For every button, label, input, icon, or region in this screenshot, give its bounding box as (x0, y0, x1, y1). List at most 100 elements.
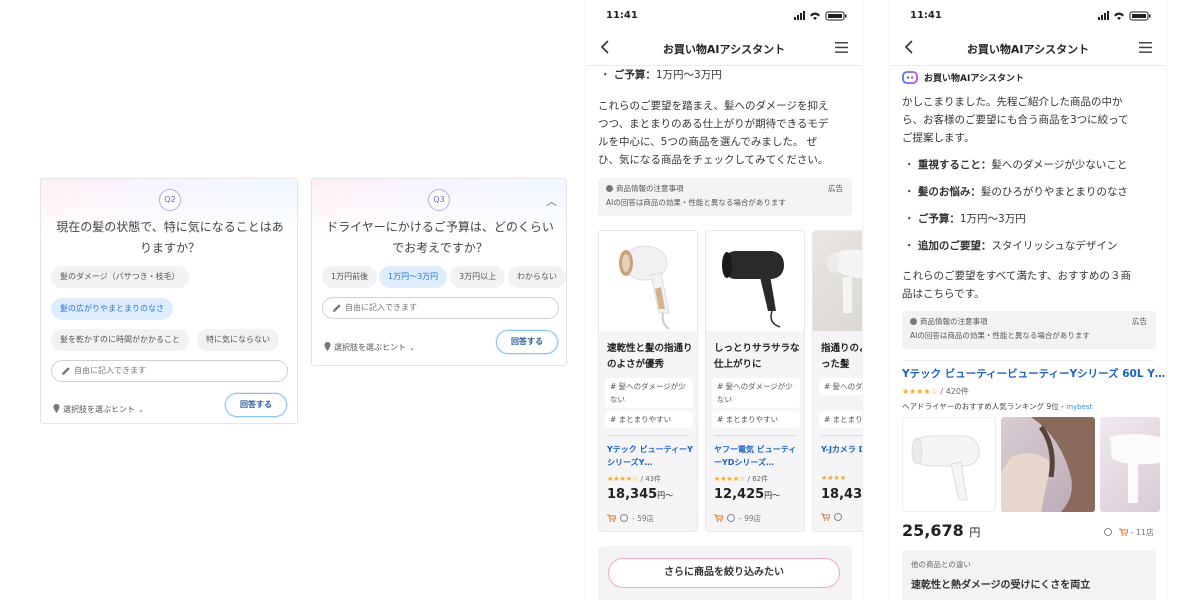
answer-button[interactable]: 回答する (496, 330, 558, 354)
product-price: 18,436 (821, 487, 863, 502)
shop-info: - 59店 (607, 513, 654, 524)
product-name-link[interactable]: Y-Jカメラ DFG789Y (821, 443, 862, 456)
phone-screen-final-picks: 11:41 お買い物AIアシスタント お買い物AIアシスタント かしこまりました… (889, 0, 1167, 600)
ranking-info[interactable]: ヘアドライヤーのおすすめ人気ランキング 9位 - mybest (902, 401, 1092, 412)
product-feature: 速乾性と髪の指通りのよさが優秀 (607, 343, 693, 370)
answer-button[interactable]: 回答する (225, 393, 287, 417)
cart-icon (607, 514, 616, 522)
product-card[interactable]: しっとりサラサラな仕上がりに # 髪へのダメージが少ない # まとまりやすい ヤ… (705, 230, 805, 532)
divider (902, 360, 1154, 361)
price-value: 12,425 (714, 487, 765, 502)
option-chip[interactable]: 髪を乾かすのに時間がかかること (51, 329, 189, 351)
option-chip[interactable]: 3万円以上 (450, 266, 506, 288)
product-rating: ★★★★☆ / 43件 (607, 474, 661, 484)
option-chip-selected[interactable]: 1万円〜3万円 (379, 266, 448, 288)
pencil-icon (62, 367, 70, 375)
hamburger-menu-icon[interactable] (835, 42, 848, 53)
product-notice[interactable]: 商品情報の注意事項 AIの回答は商品の効果・性能と異なる場合があります 広告 (598, 178, 852, 216)
requirement-bullet: ・ 追加のご要望：スタイリッシュなデザイン (904, 240, 1118, 252)
bullet-label: 髪のお悩み： (917, 186, 981, 198)
product-name-link[interactable]: Yテック ビューティーYシリーズY… (607, 443, 693, 469)
question-line: 現在の髪の状態で、特に気になることはあ (56, 220, 284, 234)
paragraph-line: つつ、まとまりのある仕上がりが期待できるモデ (598, 118, 829, 130)
hint-label: 選択肢を選ぶヒント (63, 405, 135, 414)
status-bar: 11:41 (586, 0, 862, 32)
requirement-bullet: ・ ご予算：1万円〜3万円 (904, 213, 1026, 225)
divider (607, 435, 689, 436)
product-rating: ★★★★☆ / 62件 (714, 474, 768, 484)
product-tag: # まとまりやすい (605, 411, 693, 428)
hint-toggle[interactable]: 選択肢を選ぶヒント ⌄ (53, 404, 144, 415)
price-unit: 円〜 (657, 491, 674, 500)
hamburger-menu-icon[interactable] (1139, 42, 1152, 53)
status-time: 11:41 (910, 10, 942, 21)
option-chip[interactable]: 髪のダメージ（パサつき・枝毛） (51, 266, 189, 288)
notice-title: 商品情報の注意事項 (920, 317, 988, 326)
product-thumbnail[interactable] (902, 417, 996, 512)
globe-icon (834, 513, 842, 521)
pencil-icon (333, 304, 341, 312)
option-chip-selected[interactable]: 髪の広がりやまとまりのなさ (51, 298, 173, 320)
screen: Q2 現在の髪の状態で、特に気になることはあ りますか？ 髪のダメージ（パサつき… (0, 0, 1200, 600)
ranking-source: mybest (1066, 403, 1093, 411)
question-card-q3: Q3 ︿ ドライヤーにかけるご予算は、どのくらい でお考えですか？ 1万円前後 … (311, 178, 567, 366)
price-value: 18,436 (821, 487, 863, 502)
hair-dryer-image (722, 251, 784, 328)
product-thumbnail[interactable] (1100, 417, 1160, 512)
chevron-up-icon[interactable]: ︿ (546, 193, 557, 209)
system-status-icons (794, 11, 847, 21)
product-feature: 指通りのよまった髪 (821, 343, 862, 370)
price-unit: 円 (969, 526, 981, 539)
review-count: / 62件 (747, 475, 769, 483)
product-image (813, 231, 862, 331)
question-line: でお考えですか？ (392, 241, 488, 255)
nav-title: お買い物AIアシスタント (966, 43, 1090, 56)
question-text: 現在の髪の状態で、特に気になることはあ りますか？ (49, 217, 291, 259)
globe-icon (620, 514, 628, 522)
free-text-input[interactable]: 自由に記入できます (322, 297, 559, 319)
product-notice[interactable]: 商品情報の注意事項 AIの回答は商品の効果・性能と異なる場合があります 広告 (902, 311, 1156, 349)
price-value: 18,345 (607, 487, 658, 502)
price-value: 25,678 (902, 521, 964, 540)
option-chip[interactable]: 1万円前後 (322, 266, 378, 288)
paragraph-line: 品はこちらです。 (902, 288, 985, 300)
cart-icon (1118, 528, 1128, 536)
product-photo (1110, 434, 1160, 503)
star-rating: ★★★★☆ (607, 475, 639, 483)
question-text: ドライヤーにかけるご予算は、どのくらい でお考えですか？ (318, 217, 562, 259)
product-tag: # 髪へのダメージが少ない (605, 378, 693, 408)
hint-label: 選択肢を選ぶヒント (334, 343, 406, 352)
review-count: / 420件 (940, 387, 969, 396)
ranking-text: ヘアドライヤーのおすすめ人気ランキング 9位 - (902, 402, 1064, 411)
refine-container: さらに商品を絞り込みたい (598, 546, 852, 600)
product-card[interactable]: 指通りのよまった髪 # 髪へのダ # まとまり Y-Jカメラ DFG789Y ★… (812, 230, 863, 532)
shop-info (821, 513, 846, 522)
product-title-link[interactable]: Yテック ビューティービューティーYシリーズ 60L Y… (902, 366, 1165, 381)
bullet-value: 髪のひろがりやまとまりのなさ (980, 186, 1128, 198)
nav-title: お買い物AIアシスタント (662, 43, 786, 56)
hint-toggle[interactable]: 選択肢を選ぶヒント ⌄ (324, 342, 415, 353)
notice-text: AIの回答は商品の効果・性能と異なる場合があります (606, 198, 786, 207)
refine-button[interactable]: さらに商品を絞り込みたい (608, 558, 840, 588)
product-tag: # 髪へのダメージが少ない (712, 378, 800, 408)
paragraph-line: ルを中心に、5つの商品を選んでみました。 ぜ (598, 136, 818, 148)
question-line: りますか？ (139, 241, 200, 255)
free-text-input[interactable]: 自由に記入できます (51, 360, 288, 382)
input-placeholder: 自由に記入できます (345, 303, 417, 312)
star-rating: ★★★★ (821, 474, 847, 482)
product-card[interactable]: 速乾性と髪の指通りのよさが優秀 # 髪へのダメージが少ない # まとまりやすい … (598, 230, 698, 532)
phone-screen-recommendations: 11:41 お買い物AIアシスタント ・ ご予算：1万円〜3万円 これらのご要望… (585, 0, 863, 600)
difference-text: 速乾性と熱ダメージの受けにくさを両立 (911, 580, 1091, 591)
option-chip[interactable]: わからない (508, 266, 566, 288)
shop-count: - 59店 (632, 514, 655, 523)
option-chip[interactable]: 特に気にならない (197, 329, 279, 351)
product-thumbnail[interactable] (1001, 417, 1095, 512)
model-photo (1001, 417, 1095, 512)
product-image (599, 231, 697, 331)
nav-bar: お買い物AIアシスタント (586, 32, 862, 66)
product-price: 12,425円〜 (714, 487, 780, 502)
status-time: 11:41 (606, 10, 638, 21)
bullet-value: スタイリッシュなデザイン (991, 240, 1118, 252)
product-name-link[interactable]: ヤフー電気 ビューティーYDシリーズ… (714, 443, 800, 469)
chevron-down-icon: ⌄ (409, 344, 415, 352)
